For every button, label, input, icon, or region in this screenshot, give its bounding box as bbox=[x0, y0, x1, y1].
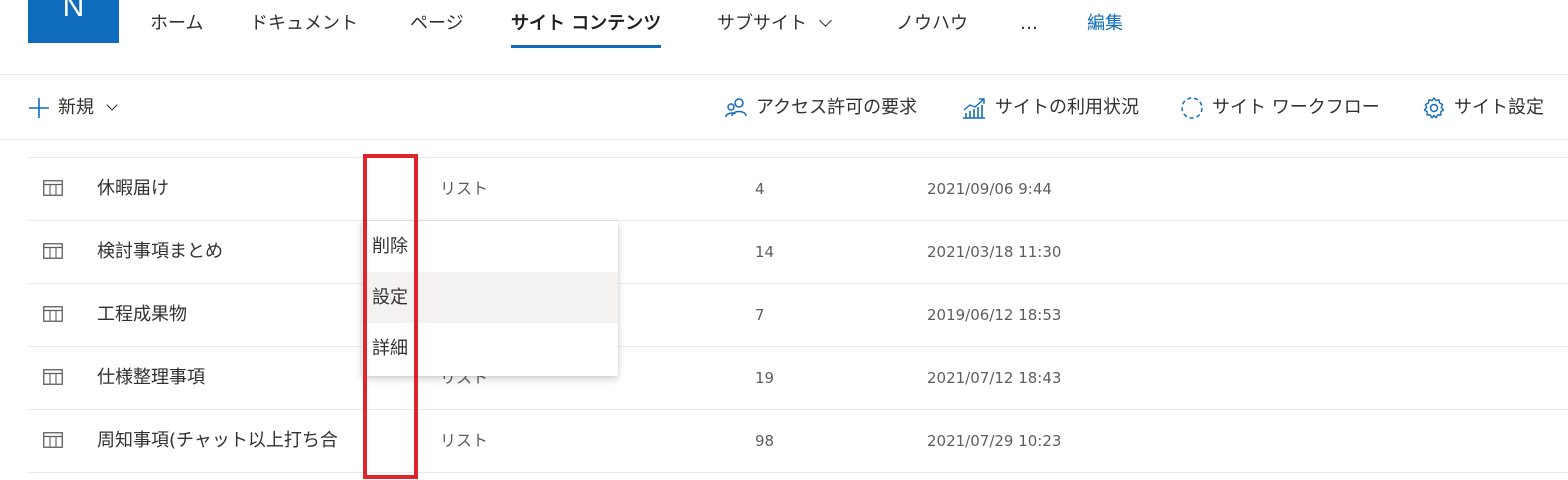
nav-edit-link[interactable]: 編集 bbox=[1087, 10, 1123, 38]
list-row[interactable]: 仕様整理事項 リスト 19 2021/07/12 18:43 bbox=[28, 347, 1568, 410]
list-item-type: リスト bbox=[440, 179, 489, 198]
list-row[interactable]: 検討事項まとめ 14 2021/03/18 11:30 bbox=[28, 221, 1568, 284]
list-item-modified: 2021/03/18 11:30 bbox=[927, 243, 1062, 261]
list-item-name[interactable]: 工程成果物 bbox=[97, 302, 363, 328]
list-row[interactable]: 工程成果物 7 2019/06/12 18:53 bbox=[28, 284, 1568, 347]
site-workflow-button[interactable]: サイト ワークフロー bbox=[1180, 94, 1380, 122]
nav-item-documents[interactable]: ドキュメント bbox=[250, 10, 358, 38]
list-item-count: 4 bbox=[755, 180, 765, 198]
list-item-count: 7 bbox=[755, 306, 765, 324]
nav-more-button[interactable]: … bbox=[1020, 10, 1038, 38]
nav-item-site-contents[interactable]: サイト コンテンツ bbox=[511, 10, 662, 48]
list-item-modified: 2021/07/29 10:23 bbox=[927, 432, 1062, 450]
nav-item-subsites-label: サブサイト bbox=[717, 13, 807, 34]
access-request-label: アクセス許可の要求 bbox=[756, 97, 918, 118]
access-request-button[interactable]: アクセス許可の要求 bbox=[724, 94, 917, 122]
list-item-type: リスト bbox=[440, 431, 489, 450]
list-item-count: 19 bbox=[755, 369, 775, 387]
highlight-box bbox=[363, 154, 418, 479]
list-icon bbox=[43, 369, 63, 385]
people-icon bbox=[725, 98, 747, 118]
list-item-name[interactable]: 休暇届け bbox=[97, 176, 363, 202]
site-settings-button[interactable]: サイト設定 bbox=[1422, 94, 1544, 122]
site-logo-letter: N bbox=[62, 0, 85, 23]
list-icon bbox=[43, 432, 63, 448]
list-item-modified: 2019/06/12 18:53 bbox=[927, 306, 1062, 324]
list-item-count: 98 bbox=[755, 432, 775, 450]
list-item-count: 14 bbox=[755, 243, 775, 261]
gear-icon bbox=[1423, 97, 1445, 119]
chart-trend-icon bbox=[963, 98, 985, 119]
plus-icon bbox=[29, 98, 49, 118]
nav-item-knowhow[interactable]: ノウハウ bbox=[896, 10, 968, 38]
list-icon bbox=[43, 243, 63, 259]
nav-item-subsites[interactable]: サブサイト bbox=[717, 10, 832, 38]
nav-item-pages[interactable]: ページ bbox=[410, 10, 464, 38]
site-usage-button[interactable]: サイトの利用状況 bbox=[961, 94, 1139, 122]
new-button-label: 新規 bbox=[58, 97, 94, 118]
list-item-name[interactable]: 仕様整理事項 bbox=[97, 365, 363, 391]
list-item-name[interactable]: 周知事項(チャット以上打ち合 bbox=[97, 428, 363, 454]
list-item-modified: 2021/07/12 18:43 bbox=[927, 369, 1062, 387]
site-settings-label: サイト設定 bbox=[1454, 97, 1544, 118]
chevron-down-icon bbox=[819, 14, 832, 27]
list-item-modified: 2021/09/06 9:44 bbox=[927, 180, 1052, 198]
top-navigation: N ホーム ドキュメント ページ サイト コンテンツ サブサイト ノウハウ … … bbox=[0, 0, 1568, 75]
site-workflow-label: サイト ワークフロー bbox=[1212, 97, 1380, 118]
chevron-down-icon bbox=[106, 99, 118, 111]
list-item-name[interactable]: 検討事項まとめ bbox=[97, 239, 363, 265]
list-row[interactable]: 休暇届け リスト 4 2021/09/06 9:44 bbox=[28, 158, 1568, 221]
nav-item-home[interactable]: ホーム bbox=[150, 10, 203, 38]
site-logo[interactable]: N bbox=[28, 0, 119, 43]
list-row[interactable]: 周知事項(チャット以上打ち合 リスト 98 2021/07/29 10:23 bbox=[28, 410, 1568, 473]
command-bar: 新規 アクセス許可の要求 サイトの利用状況 サイト ワークフロー サイト設定 bbox=[0, 76, 1568, 140]
list-icon bbox=[43, 180, 63, 196]
site-usage-label: サイトの利用状況 bbox=[995, 97, 1139, 118]
new-button[interactable]: 新規 bbox=[28, 94, 118, 122]
workflow-icon bbox=[1181, 97, 1203, 119]
list-icon bbox=[43, 306, 63, 322]
